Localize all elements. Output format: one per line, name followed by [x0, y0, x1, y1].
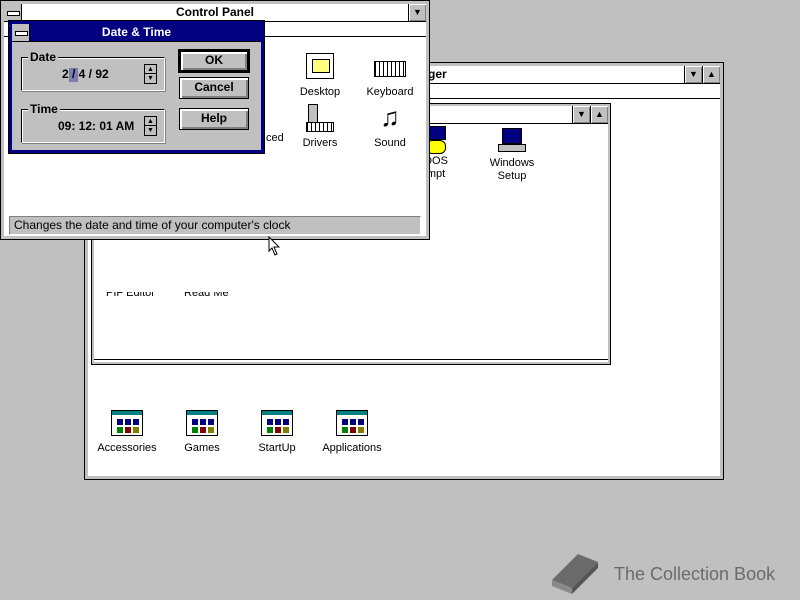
date-down-arrow-icon[interactable]: ▼	[145, 74, 156, 83]
advanced-partial-label: ced	[266, 132, 284, 144]
windows-setup-label-1: Windows	[489, 157, 535, 169]
time-spinner[interactable]: ▲ ▼	[144, 116, 157, 136]
program-group-icon	[261, 410, 293, 436]
drivers-label: Drivers	[302, 137, 338, 149]
mouse-pointer-icon	[268, 236, 281, 256]
group-accessories[interactable]: Accessories	[91, 407, 163, 455]
group-games-label: Games	[184, 442, 220, 454]
dialog-system-menu-button[interactable]	[12, 24, 30, 41]
drivers-item[interactable]: Drivers	[284, 102, 356, 150]
time-up-arrow-icon[interactable]: ▲	[145, 117, 156, 126]
watermark: The Collection Book	[548, 550, 798, 596]
time-value: 09: 12: 01 AM	[58, 119, 135, 133]
windows-setup-item[interactable]: Windows Setup	[477, 126, 547, 183]
keyboard-item[interactable]: Keyboard	[354, 51, 426, 99]
group-accessories-label: Accessories	[97, 442, 157, 454]
program-group-icon	[186, 410, 218, 436]
date-group: Date 2 / 4 / 92 ▲ ▼	[21, 50, 165, 91]
group-startup[interactable]: StartUp	[241, 407, 313, 455]
date-time-titlebar[interactable]: Date & Time	[12, 24, 261, 42]
time-group: Time 09: 12: 01 AM ▲ ▼	[21, 102, 165, 143]
date-time-title: Date & Time	[101, 25, 172, 39]
system-menu-button[interactable]	[4, 4, 22, 21]
windows-setup-icon	[496, 126, 528, 158]
sound-item[interactable]: ♫ Sound	[354, 102, 426, 150]
control-panel-status-bar: Changes the date and time of your comput…	[9, 216, 421, 235]
main-minimize-button[interactable]: ▼	[572, 106, 590, 123]
program-group-icon	[111, 410, 143, 436]
help-button[interactable]: Help	[179, 108, 249, 130]
minimize-button[interactable]: ▼	[684, 66, 702, 83]
maximize-button[interactable]: ▲	[702, 66, 720, 83]
cancel-button[interactable]: Cancel	[179, 77, 249, 99]
time-field[interactable]: 09: 12: 01 AM	[58, 117, 148, 135]
read-me-label[interactable]: Read Me	[184, 292, 229, 300]
date-spinner[interactable]: ▲ ▼	[144, 64, 157, 84]
group-applications-label: Applications	[322, 442, 382, 454]
drivers-icon	[304, 102, 336, 134]
sound-icon: ♫	[380, 102, 400, 132]
time-label: Time	[28, 102, 60, 116]
program-group-icon	[336, 410, 368, 436]
main-group-bottom-scrollbar[interactable]	[94, 359, 608, 362]
date-time-dialog[interactable]: Date & Time Date 2 / 4 / 92 ▲ ▼ Time 09:…	[8, 20, 265, 154]
ok-button[interactable]: OK	[178, 49, 250, 73]
date-label: Date	[28, 50, 59, 64]
keyboard-icon	[374, 51, 406, 83]
time-down-arrow-icon[interactable]: ▼	[145, 126, 156, 135]
pif-editor-label[interactable]: PIF Editor	[106, 292, 155, 300]
watermark-text: The Collection Book	[614, 564, 776, 584]
group-games[interactable]: Games	[166, 407, 238, 455]
sound-label: Sound	[374, 137, 406, 149]
desktop-icon	[304, 51, 336, 83]
control-panel-title: Control Panel	[175, 5, 254, 19]
desktop-item[interactable]: Desktop	[284, 51, 356, 99]
keyboard-label: Keyboard	[366, 86, 414, 98]
date-up-arrow-icon[interactable]: ▲	[145, 65, 156, 74]
program-manager-title: ger	[428, 67, 447, 81]
windows-setup-label-2: Setup	[497, 170, 527, 182]
group-startup-label: StartUp	[258, 442, 296, 454]
desktop-label: Desktop	[299, 86, 341, 98]
date-cursor-highlight	[69, 68, 78, 82]
main-maximize-button[interactable]: ▲	[590, 106, 608, 123]
control-panel-minimize-button[interactable]: ▼	[408, 4, 426, 21]
group-applications[interactable]: Applications	[314, 407, 390, 455]
book-icon	[552, 554, 598, 594]
status-text: Changes the date and time of your comput…	[14, 218, 291, 232]
